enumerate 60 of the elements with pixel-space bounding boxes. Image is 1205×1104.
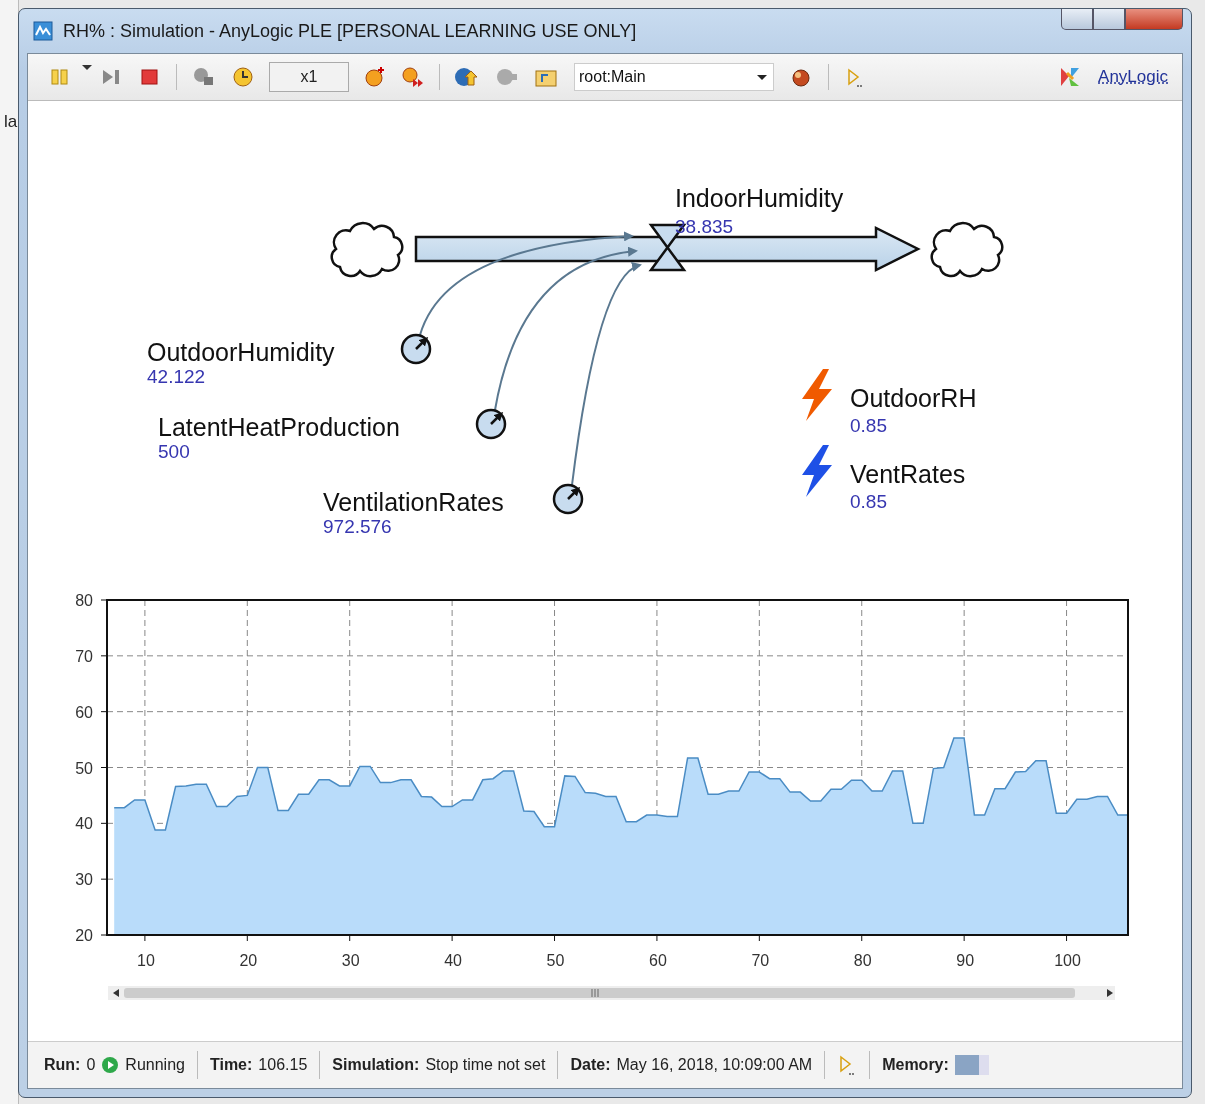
cloud-icon bbox=[330, 221, 404, 278]
variable-name: VentilationRates bbox=[323, 488, 504, 516]
axis-tick-label: 60 bbox=[649, 952, 667, 969]
variable-value: 972.576 bbox=[323, 516, 392, 537]
axis-tick-label: 40 bbox=[75, 815, 93, 833]
stock-name: IndoorHumidity bbox=[675, 184, 844, 212]
axis-tick-label: 20 bbox=[239, 952, 258, 969]
background-text: la bbox=[4, 112, 18, 132]
parameter-value: 0.85 bbox=[850, 415, 887, 436]
axis-tick-label: 30 bbox=[341, 952, 360, 969]
axis-tick-label: 60 bbox=[75, 703, 93, 721]
axis-tick-label: 40 bbox=[444, 952, 462, 969]
speed-field[interactable]: x1 bbox=[269, 62, 349, 92]
status-icon bbox=[101, 1056, 120, 1074]
status-value: 106.15 bbox=[258, 1056, 308, 1074]
variable-name: OutdoorHumidity bbox=[147, 338, 335, 366]
axis-tick-label: 30 bbox=[75, 871, 93, 889]
variable-name: LatentHeatProduction bbox=[158, 413, 400, 441]
cloud-icon bbox=[930, 221, 1004, 278]
variable-value: 42.122 bbox=[147, 366, 206, 387]
axis-tick-label: 70 bbox=[751, 952, 770, 969]
minimize-button[interactable] bbox=[1061, 9, 1093, 30]
axis-tick-label: 80 bbox=[853, 952, 872, 969]
status-label: Simulation: bbox=[332, 1056, 420, 1074]
axis-tick-label: 50 bbox=[546, 952, 565, 969]
status-label: Date: bbox=[570, 1056, 611, 1074]
stock-value: 38.835 bbox=[675, 216, 734, 237]
anylogic-link[interactable]: AnyLogic bbox=[1098, 67, 1168, 87]
parameter-name: VentRates bbox=[850, 460, 966, 488]
axis-tick-label: 80 bbox=[75, 592, 93, 609]
close-button[interactable] bbox=[1125, 9, 1183, 30]
memory-bar bbox=[954, 1055, 989, 1075]
status-value: May 16, 2018, 10:09:00 AM bbox=[616, 1056, 813, 1074]
variable-value: 500 bbox=[158, 441, 190, 462]
axis-tick-label: 50 bbox=[75, 759, 93, 777]
status-label: Memory: bbox=[882, 1056, 949, 1074]
window-title: RH% : Simulation - AnyLogic PLE [PERSONAL LEARNING USE ONLY] bbox=[63, 20, 638, 42]
status-value: Stop time not set bbox=[425, 1056, 546, 1074]
dial-icon bbox=[475, 408, 507, 440]
maximize-button[interactable] bbox=[1093, 9, 1125, 30]
parameter-value: 0.85 bbox=[850, 491, 887, 512]
caret-icon[interactable] bbox=[80, 65, 94, 70]
clock-icon[interactable] bbox=[231, 65, 255, 89]
status-value: Running bbox=[125, 1056, 185, 1074]
axis-tick-label: 70 bbox=[75, 647, 93, 665]
axis-tick-label: 10 bbox=[137, 952, 155, 969]
export-icon[interactable] bbox=[454, 65, 480, 89]
parameter-name: OutdoorRH bbox=[850, 384, 977, 412]
axis-tick-label: 100 bbox=[1054, 952, 1081, 969]
status-label: Run: bbox=[44, 1056, 81, 1074]
app-icon bbox=[33, 21, 53, 41]
status-label: Time: bbox=[209, 1056, 253, 1074]
dial-icon bbox=[400, 333, 432, 365]
status-value: 0 bbox=[86, 1056, 96, 1074]
horizontal-scrollbar[interactable] bbox=[108, 986, 1115, 1000]
dial-icon bbox=[552, 483, 584, 515]
axis-tick-label: 20 bbox=[75, 927, 93, 944]
experiment-dropdown[interactable]: root:Main bbox=[574, 63, 774, 91]
caret-icon bbox=[755, 74, 769, 80]
axis-tick-label: 90 bbox=[956, 952, 975, 969]
